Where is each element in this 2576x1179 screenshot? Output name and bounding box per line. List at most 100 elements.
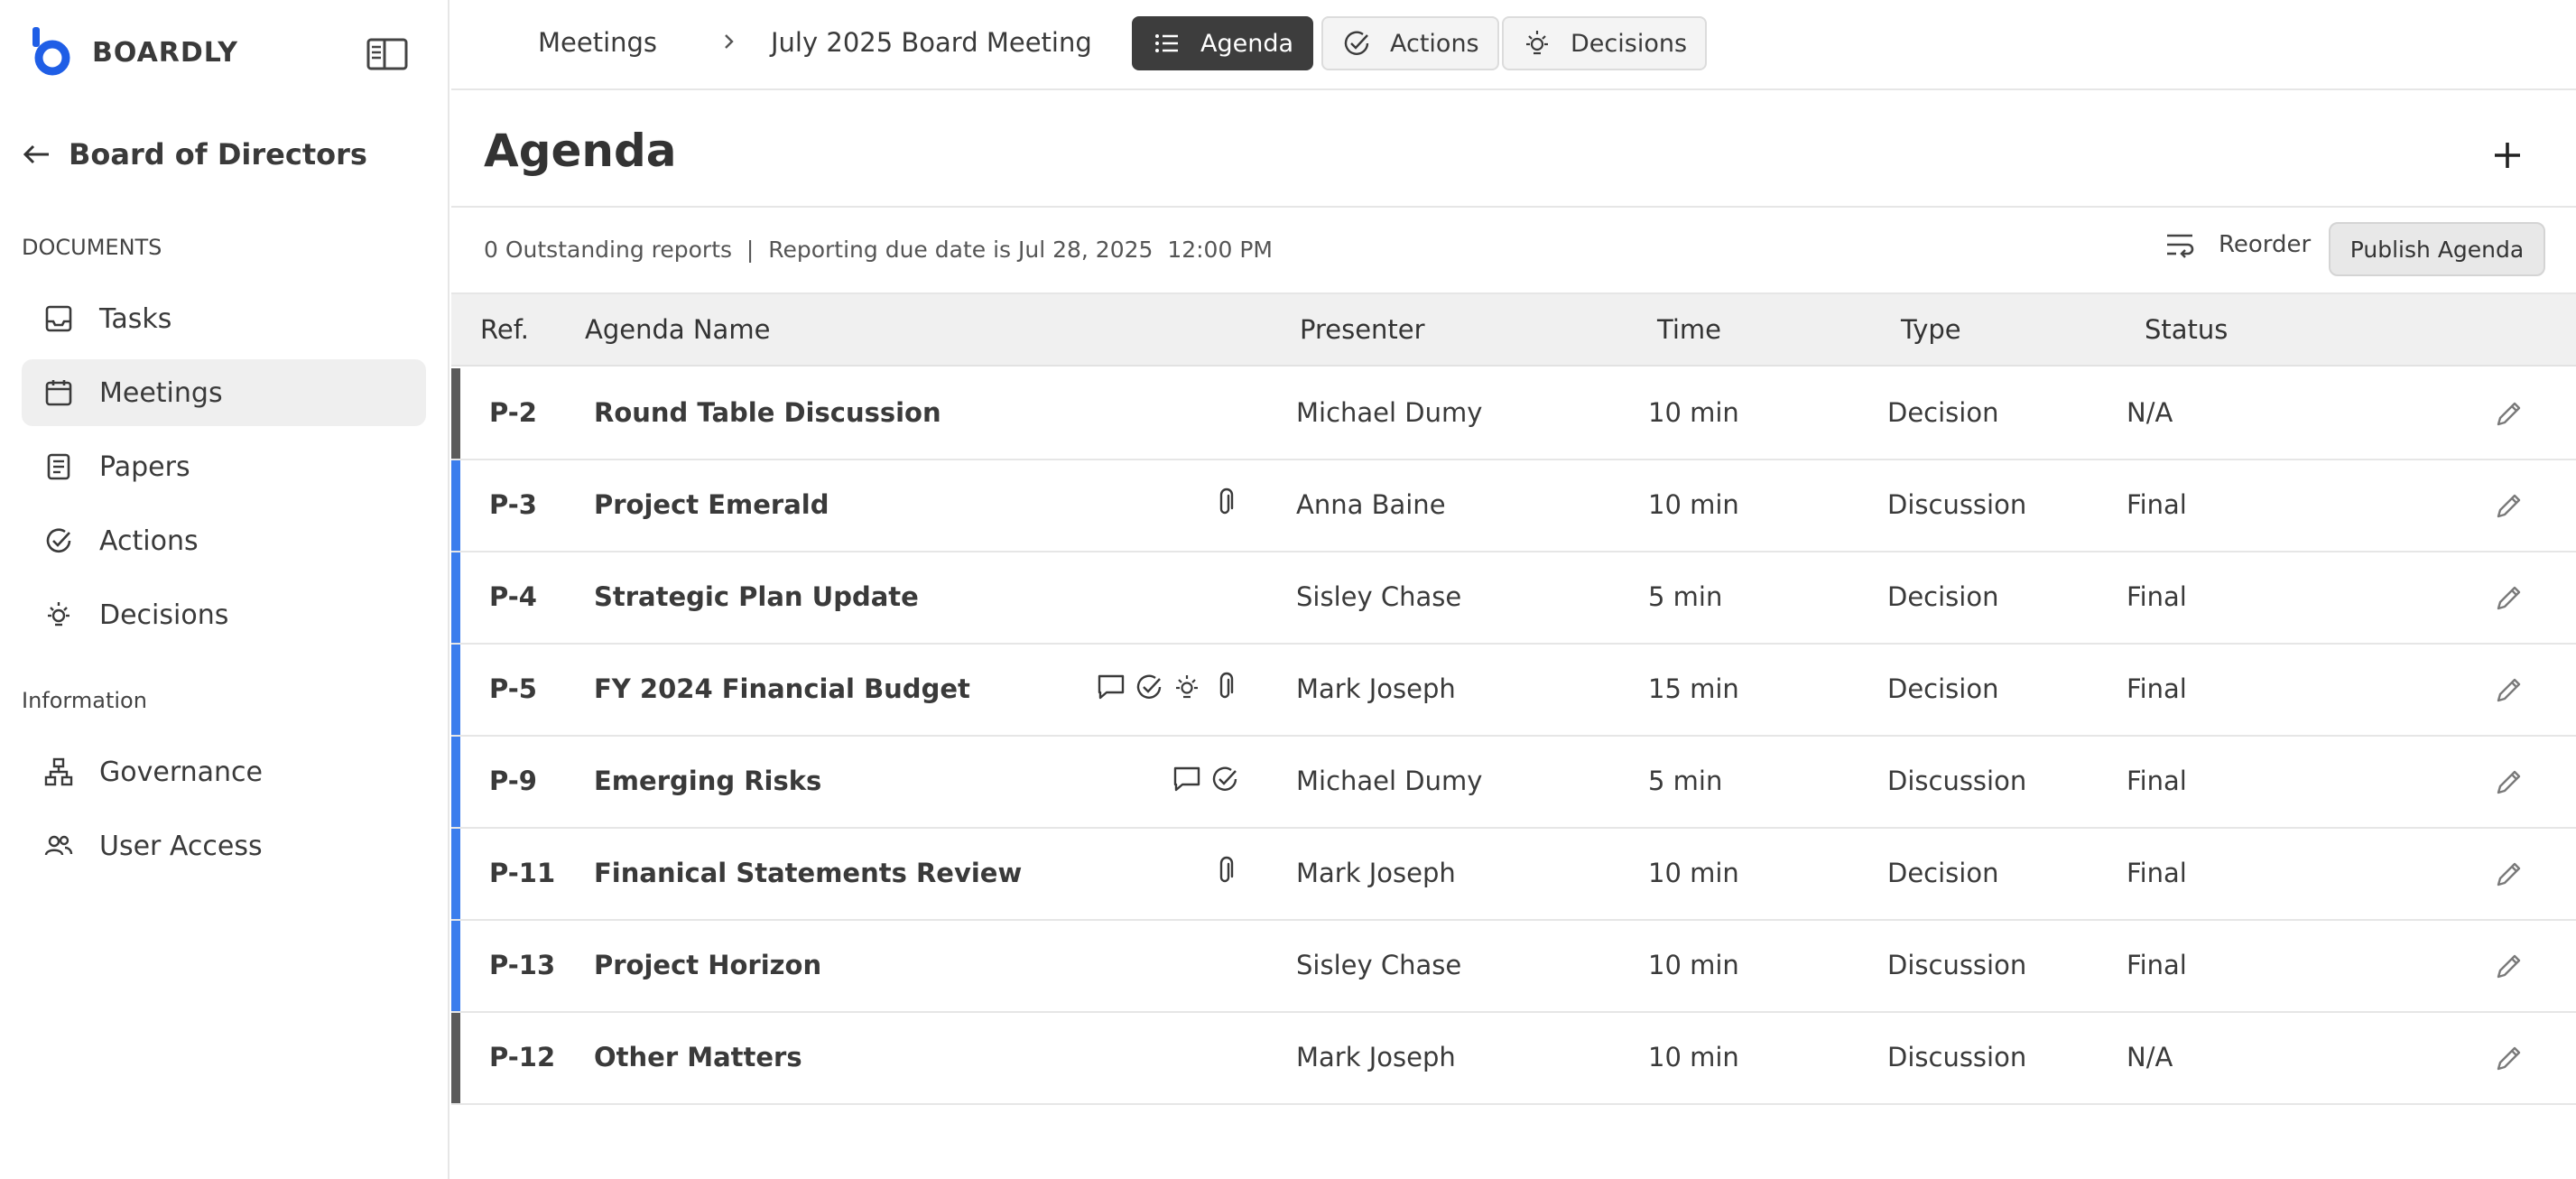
document-icon	[47, 453, 70, 480]
users-icon	[44, 835, 73, 856]
tab-actions[interactable]: Actions	[1321, 16, 1499, 70]
pencil-icon[interactable]	[2493, 858, 2525, 890]
pencil-icon[interactable]	[2493, 581, 2525, 614]
cell-ref: P-4	[489, 581, 537, 612]
cell-presenter: Mark Joseph	[1296, 673, 1456, 704]
cell-agenda-name[interactable]: Round Table Discussion	[594, 397, 941, 428]
cell-time: 10 min	[1648, 489, 1739, 520]
paperclip-icon	[1219, 856, 1234, 883]
column-header-type[interactable]: Type	[1901, 314, 1961, 345]
column-header-ref[interactable]: Ref.	[480, 314, 529, 345]
cell-status: Final	[2127, 950, 2187, 980]
column-header-time[interactable]: Time	[1657, 314, 1721, 345]
pencil-icon[interactable]	[2493, 1042, 2525, 1074]
cell-status: Final	[2127, 489, 2187, 520]
cell-presenter: Anna Baine	[1296, 489, 1446, 520]
check-circle-icon	[1344, 31, 1369, 55]
cell-agenda-name[interactable]: Finanical Statements Review	[594, 858, 1022, 888]
check-circle-icon	[1212, 766, 1237, 791]
cell-type: Discussion	[1887, 766, 2027, 796]
reorder-button[interactable]: Reorder	[2164, 229, 2311, 260]
sidebar-item-papers[interactable]: Papers	[22, 433, 426, 500]
cell-status: Final	[2127, 766, 2187, 796]
brand-logo-icon	[32, 27, 70, 76]
cell-time: 5 min	[1648, 766, 1723, 796]
pencil-icon[interactable]	[2493, 673, 2525, 706]
cell-presenter: Sisley Chase	[1296, 950, 1462, 980]
column-header-agenda-name[interactable]: Agenda Name	[585, 314, 770, 345]
cell-ref: P-2	[489, 397, 537, 428]
sidebar-item-governance[interactable]: Governance	[22, 738, 426, 805]
pencil-icon[interactable]	[2493, 489, 2525, 522]
cell-status: Final	[2127, 581, 2187, 612]
reorder-label: Reorder	[2219, 231, 2312, 258]
table-header: Ref. Agenda Name Presenter Time Type Sta…	[451, 292, 2576, 367]
table-row[interactable]: P-5 FY 2024 Financial Budget Mark Joseph 15…	[451, 645, 2576, 737]
sidebar-toggle-icon[interactable]	[366, 38, 408, 70]
table-row[interactable]: P-9 Emerging Risks Michael Dumy 5 min Discus…	[451, 737, 2576, 829]
cell-agenda-name[interactable]: Emerging Risks	[594, 766, 821, 796]
cell-type: Decision	[1887, 581, 1999, 612]
tab-decisions[interactable]: Decisions	[1502, 16, 1708, 70]
breadcrumb-current-meeting[interactable]: July 2025 Board Meeting	[771, 27, 1092, 58]
cell-type: Discussion	[1887, 950, 2027, 980]
row-status-bar	[451, 645, 460, 735]
cell-type: Decision	[1887, 858, 1999, 888]
column-header-status[interactable]: Status	[2145, 314, 2228, 345]
add-agenda-item-icon[interactable]	[2488, 135, 2527, 175]
back-to-board-button[interactable]: Board of Directors	[22, 137, 367, 172]
table-row[interactable]: P-2 Round Table Discussion Michael Dumy 10 …	[451, 368, 2576, 460]
comment-icon	[1098, 674, 1125, 700]
cell-agenda-name[interactable]: Other Matters	[594, 1042, 802, 1072]
lightbulb-icon	[48, 602, 69, 627]
calendar-icon	[45, 380, 72, 406]
brand-name: BOARDLY	[92, 36, 238, 69]
breadcrumb-meetings[interactable]: Meetings	[538, 27, 657, 58]
cell-agenda-name[interactable]: Project Emerald	[594, 489, 829, 520]
cell-ref: P-11	[489, 858, 556, 888]
table-row[interactable]: P-12 Other Matters Mark Joseph 10 min Discus…	[451, 1013, 2576, 1105]
cell-presenter: Michael Dumy	[1296, 397, 1483, 428]
sidebar-item-meetings[interactable]: Meetings	[22, 359, 426, 426]
row-status-bar	[451, 737, 460, 827]
pencil-icon[interactable]	[2493, 766, 2525, 798]
table-row[interactable]: P-3 Project Emerald Anna Baine 10 min Discus…	[451, 460, 2576, 552]
sidebar-item-tasks[interactable]: Tasks	[22, 285, 426, 352]
page-title: Agenda	[484, 125, 677, 177]
cell-ref: P-5	[489, 673, 537, 704]
sidebar-item-label: Actions	[99, 525, 199, 557]
cell-agenda-name[interactable]: Project Horizon	[594, 950, 821, 980]
tab-label: Decisions	[1571, 29, 1688, 58]
row-indicator-icons	[1209, 856, 1240, 887]
table-row[interactable]: P-13 Project Horizon Sisley Chase 10 min Dis…	[451, 921, 2576, 1013]
reporting-summary: 0 Outstanding reports | Reporting due da…	[484, 237, 1273, 263]
arrow-left-icon	[23, 144, 49, 164]
lightbulb-icon	[1176, 675, 1198, 699]
tab-agenda[interactable]: Agenda	[1132, 16, 1314, 70]
sidebar-item-label: User Access	[99, 830, 263, 862]
header-divider	[451, 206, 2576, 208]
cell-ref: P-13	[489, 950, 556, 980]
cell-agenda-name[interactable]: Strategic Plan Update	[594, 581, 919, 612]
row-indicator-icons	[1209, 487, 1240, 518]
publish-agenda-button[interactable]: Publish Agenda	[2329, 222, 2545, 276]
list-icon	[1155, 34, 1178, 52]
sidebar-item-user-access[interactable]: User Access	[22, 812, 426, 879]
pencil-icon[interactable]	[2493, 397, 2525, 430]
cell-time: 10 min	[1648, 858, 1739, 888]
section-label-information: Information	[22, 688, 147, 713]
table-row[interactable]: P-11 Finanical Statements Review Mark Jose…	[451, 829, 2576, 921]
inbox-icon	[45, 305, 72, 332]
cell-status: Final	[2127, 858, 2187, 888]
brand[interactable]: BOARDLY	[31, 27, 238, 78]
cell-agenda-name[interactable]: FY 2024 Financial Budget	[594, 673, 970, 704]
check-circle-icon	[1136, 674, 1162, 699]
board-title: Board of Directors	[69, 137, 367, 172]
sidebar-item-decisions[interactable]: Decisions	[22, 581, 426, 648]
table-row[interactable]: P-4 Strategic Plan Update Sisley Chase 5 mi…	[451, 552, 2576, 645]
row-status-bar	[451, 921, 460, 1011]
column-header-presenter[interactable]: Presenter	[1300, 314, 1425, 345]
reorder-icon	[2167, 234, 2194, 258]
pencil-icon[interactable]	[2493, 950, 2525, 982]
sidebar-item-actions[interactable]: Actions	[22, 507, 426, 574]
